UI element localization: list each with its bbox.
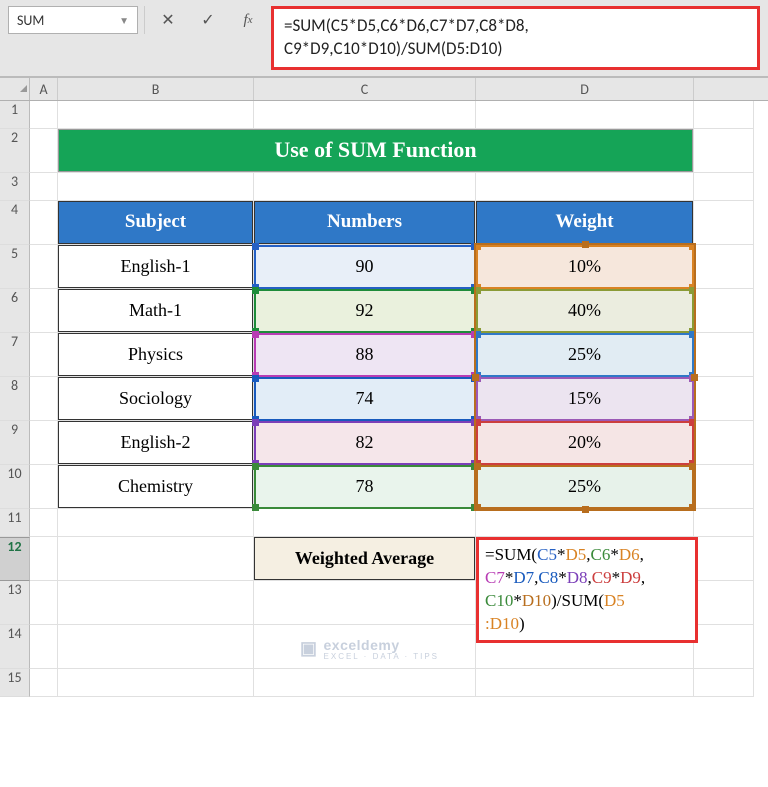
row-header[interactable]: 7 — [0, 333, 30, 377]
range-overlay-d5d10 — [474, 243, 696, 511]
row-header[interactable]: 1 — [0, 101, 30, 129]
name-box-value: SUM — [17, 12, 44, 29]
grid[interactable]: Use of SUM Function Subject Numbers Weig… — [30, 101, 768, 697]
row-header[interactable]: 8 — [0, 377, 30, 421]
title-text: Use of SUM Function — [274, 137, 476, 163]
cell-subject[interactable]: Chemistry — [58, 465, 253, 508]
cell-edit-formula[interactable]: =SUM(C5*D5,C6*D6, C7*D7,C8*D8,C9*D9, C10… — [476, 537, 698, 643]
cell-subject[interactable]: English-2 — [58, 421, 253, 464]
cell-subject[interactable]: Math-1 — [58, 289, 253, 332]
row-header[interactable]: 3 — [0, 173, 30, 201]
range-overlay — [254, 377, 476, 421]
cell-subject[interactable]: English-1 — [58, 245, 253, 288]
col-header-a[interactable]: A — [30, 78, 58, 100]
row-header[interactable]: 2 — [0, 129, 30, 173]
row-header[interactable]: 5 — [0, 245, 30, 289]
row-header[interactable]: 4 — [0, 201, 30, 245]
range-overlay — [254, 421, 476, 465]
header-numbers: Numbers — [254, 201, 475, 244]
row-header[interactable]: 10 — [0, 465, 30, 509]
formula-bar: SUM ▼ ✕ ✓ fx =SUM(C5*D5,C6*D6,C7*D7,C8*D… — [0, 0, 768, 77]
header-subject: Subject — [58, 201, 253, 244]
header-weight: Weight — [476, 201, 693, 244]
cell-subject[interactable]: Physics — [58, 333, 253, 376]
watermark: ▣ exceldemy EXCEL · DATA · TIPS — [300, 637, 439, 661]
enter-icon[interactable]: ✓ — [191, 6, 225, 34]
col-header-d[interactable]: D — [476, 78, 694, 100]
worksheet: A B C D 1 2 3 4 5 6 7 8 9 10 11 12 13 14… — [0, 77, 768, 697]
name-box[interactable]: SUM ▼ — [8, 6, 138, 34]
range-overlay — [254, 333, 476, 377]
logo-icon: ▣ — [300, 638, 318, 659]
row-header[interactable]: 14 — [0, 625, 30, 669]
row-header[interactable]: 11 — [0, 509, 30, 537]
row-header[interactable]: 15 — [0, 669, 30, 697]
watermark-tag: EXCEL · DATA · TIPS — [324, 653, 440, 661]
divider — [144, 6, 145, 34]
fx-icon[interactable]: fx — [231, 6, 265, 34]
watermark-brand: exceldemy — [324, 637, 400, 653]
formula-line1: =SUM(C5*D5,C6*D6,C7*D7,C8*D8, — [284, 15, 529, 36]
range-overlay — [254, 245, 476, 289]
title-bar: Use of SUM Function — [58, 129, 693, 172]
column-headers: A B C D — [0, 77, 768, 101]
cancel-icon[interactable]: ✕ — [151, 6, 185, 34]
cell-subject[interactable]: Sociology — [58, 377, 253, 420]
col-header-b[interactable]: B — [58, 78, 254, 100]
range-overlay — [254, 465, 476, 509]
col-header-c[interactable]: C — [254, 78, 476, 100]
row-headers: 1 2 3 4 5 6 7 8 9 10 11 12 13 14 15 — [0, 101, 30, 697]
chevron-down-icon[interactable]: ▼ — [119, 14, 129, 27]
row-header[interactable]: 12 — [0, 537, 30, 581]
row-header[interactable]: 9 — [0, 421, 30, 465]
weighted-average-label: Weighted Average — [254, 537, 475, 580]
row-header[interactable]: 6 — [0, 289, 30, 333]
row-header[interactable]: 13 — [0, 581, 30, 625]
range-overlay — [254, 289, 476, 333]
formula-line2: C9*D9,C10*D10)/SUM(D5:D10) — [284, 38, 503, 59]
formula-input[interactable]: =SUM(C5*D5,C6*D6,C7*D7,C8*D8, C9*D9,C10*… — [271, 6, 760, 70]
select-all-corner[interactable] — [0, 78, 30, 100]
